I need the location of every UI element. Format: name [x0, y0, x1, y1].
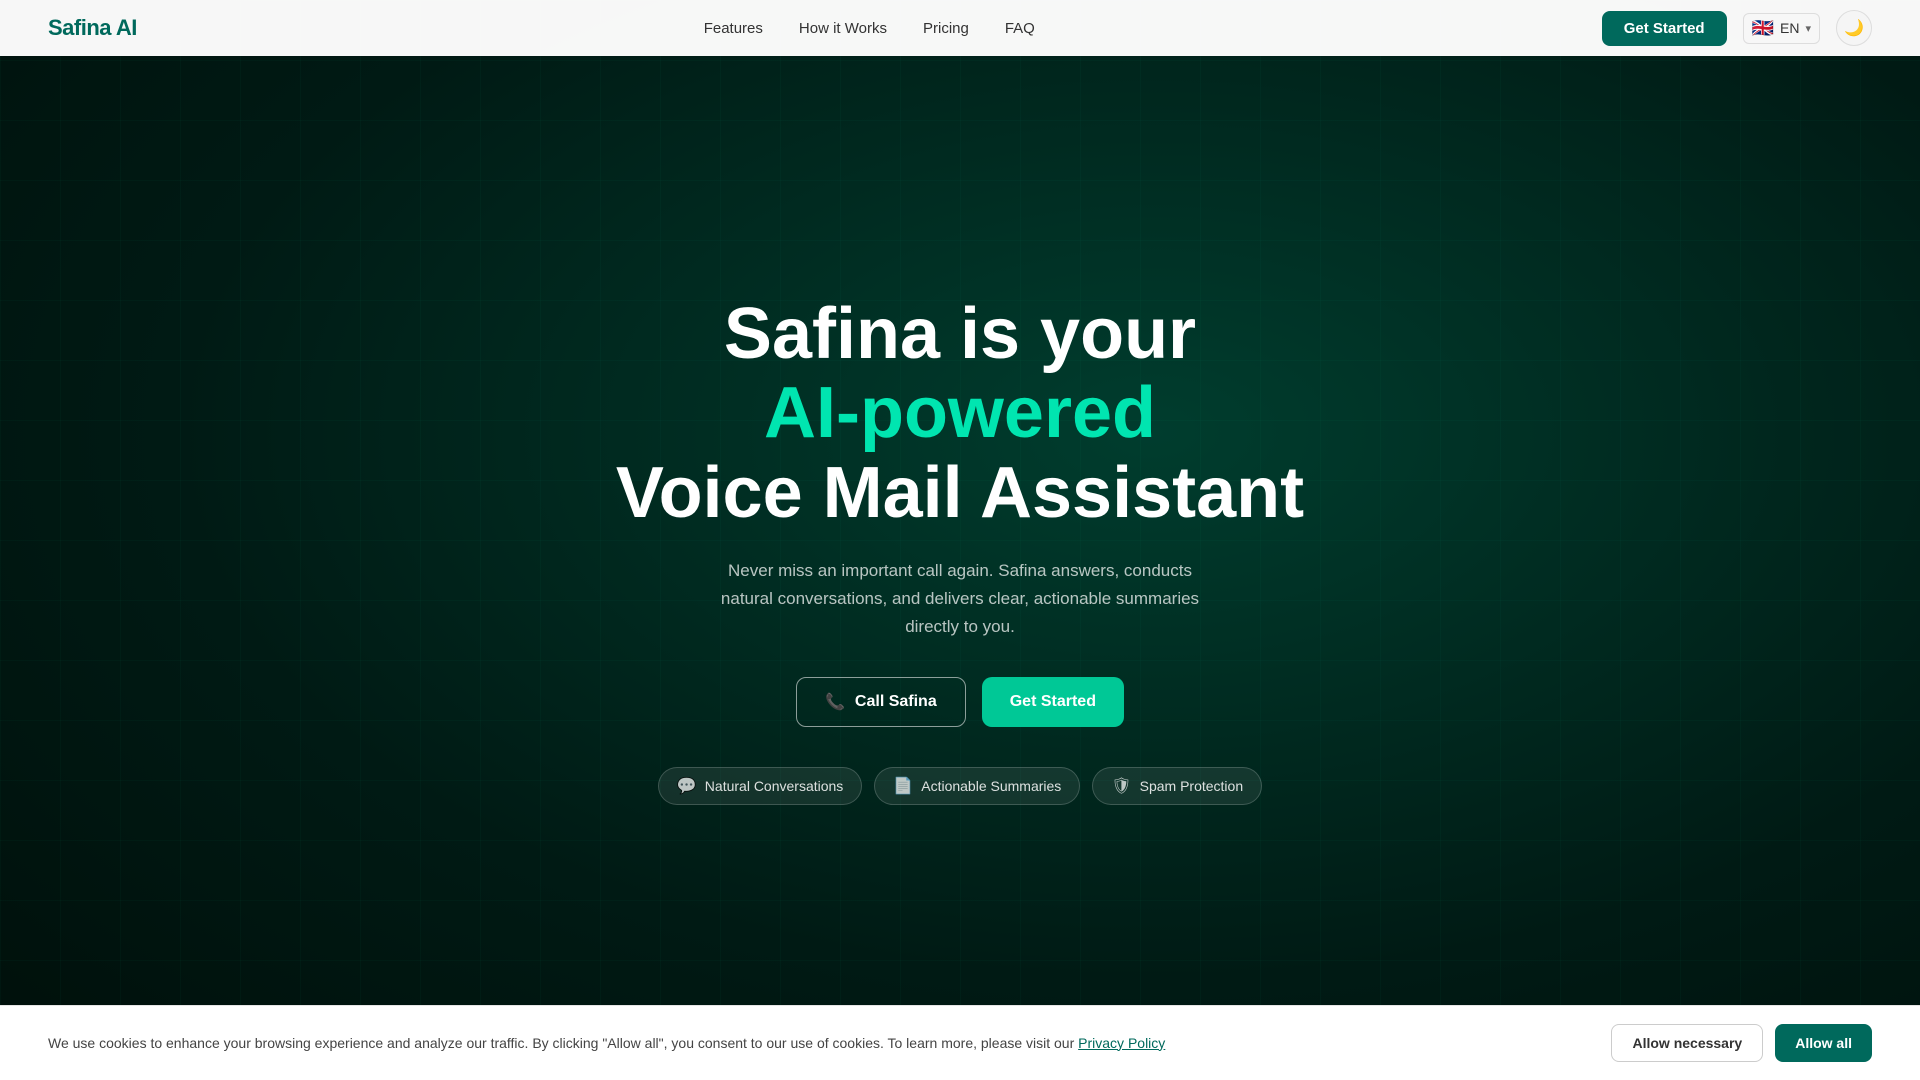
language-selector[interactable]: 🇬🇧 EN ▾ [1743, 13, 1820, 44]
hero-line2: AI-powered [616, 374, 1304, 453]
nav-links: Features How it Works Pricing FAQ [704, 20, 1035, 37]
moon-icon: 🌙 [1844, 18, 1864, 38]
call-safina-label: Call Safina [855, 693, 937, 711]
privacy-policy-link[interactable]: Privacy Policy [1078, 1035, 1165, 1051]
chat-icon: 💬 [677, 776, 697, 796]
cookie-banner: We use cookies to enhance your browsing … [0, 1005, 1920, 1080]
allow-all-button[interactable]: Allow all [1775, 1024, 1872, 1062]
nav-right: Get Started 🇬🇧 EN ▾ 🌙 [1602, 10, 1872, 46]
nav-pricing[interactable]: Pricing [923, 20, 969, 37]
dark-mode-toggle[interactable]: 🌙 [1836, 10, 1872, 46]
hero-get-started-button[interactable]: Get Started [982, 677, 1124, 727]
cookie-text: We use cookies to enhance your browsing … [48, 1033, 1587, 1054]
hero-description: Never miss an important call again. Safi… [700, 557, 1220, 641]
flag-icon: 🇬🇧 [1752, 18, 1774, 39]
allow-necessary-button[interactable]: Allow necessary [1611, 1024, 1763, 1062]
feature-pills: 💬 Natural Conversations 📄 Actionable Sum… [616, 767, 1304, 805]
cookie-buttons: Allow necessary Allow all [1611, 1024, 1872, 1062]
hero-line3: Voice Mail Assistant [616, 454, 1304, 533]
hero-title: Safina is your AI-powered Voice Mail Ass… [616, 295, 1304, 533]
chevron-down-icon: ▾ [1805, 22, 1811, 35]
hero-line1: Safina is your [724, 294, 1196, 374]
nav-how-it-works[interactable]: How it Works [799, 20, 887, 37]
nav-get-started-button[interactable]: Get Started [1602, 11, 1727, 46]
cookie-message: We use cookies to enhance your browsing … [48, 1035, 1078, 1051]
document-icon: 📄 [893, 776, 913, 796]
nav-features[interactable]: Features [704, 20, 763, 37]
navbar: Safina AI Features How it Works Pricing … [0, 0, 1920, 56]
shield-icon: 🛡 [1111, 776, 1131, 796]
pill-label-natural: Natural Conversations [705, 778, 844, 794]
hero-content: Safina is your AI-powered Voice Mail Ass… [616, 295, 1304, 805]
pill-actionable-summaries: 📄 Actionable Summaries [874, 767, 1080, 805]
phone-icon: 📞 [825, 692, 845, 712]
nav-faq[interactable]: FAQ [1005, 20, 1035, 37]
lang-code: EN [1780, 20, 1799, 36]
pill-natural-conversations: 💬 Natural Conversations [658, 767, 862, 805]
site-logo[interactable]: Safina AI [48, 15, 137, 41]
pill-label-summaries: Actionable Summaries [921, 778, 1061, 794]
hero-section: Safina is your AI-powered Voice Mail Ass… [0, 0, 1920, 1080]
pill-spam-protection: 🛡 Spam Protection [1092, 767, 1262, 805]
call-safina-button[interactable]: 📞 Call Safina [796, 677, 966, 727]
pill-label-spam: Spam Protection [1140, 778, 1244, 794]
hero-buttons: 📞 Call Safina Get Started [616, 677, 1304, 727]
